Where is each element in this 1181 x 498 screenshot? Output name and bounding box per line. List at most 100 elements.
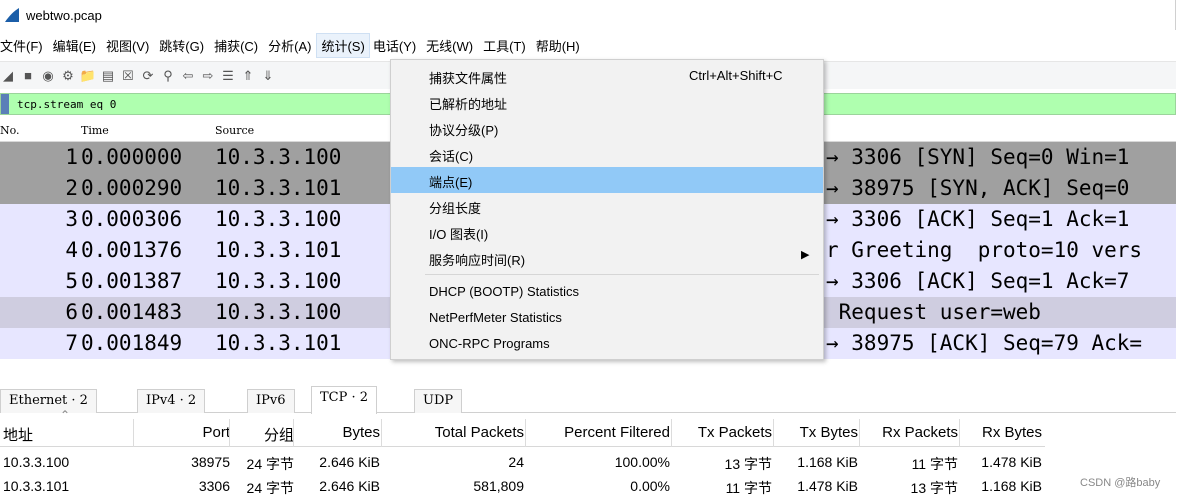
column-divider[interactable] [671,419,672,447]
find-packet-icon[interactable]: ⚲ [160,68,176,84]
endpoint-cell: 11 字节 [911,456,958,472]
packet-time: 0.001387 [81,269,183,293]
column-header[interactable]: Tx Packets [674,424,772,441]
column-header[interactable]: Port [136,424,230,441]
stats-menu-item[interactable]: 端点(E) [391,167,823,193]
column-divider[interactable] [859,419,860,447]
stats-menu-item[interactable]: 协议分级(P) [391,115,823,141]
menu-0[interactable]: 文件(F) [0,36,49,55]
packet-source: 10.3.3.100 [215,300,342,324]
tab-4[interactable]: UDP [414,389,463,413]
endpoint-cell: 13 字节 [724,456,772,472]
stats-menu-item[interactable]: I/O 图表(I) [391,219,823,245]
column-header[interactable]: Percent Filtered [528,424,670,441]
last-packet-icon[interactable]: ⇓ [260,68,276,84]
menu-item-label: 分组长度 [429,201,482,216]
open-file-icon[interactable]: 📁 [80,68,96,84]
capture-options-icon[interactable]: ⚙ [60,68,76,84]
column-header[interactable]: 分组 [232,424,294,445]
tab-2[interactable]: IPv6 [247,389,295,413]
menu-1[interactable]: 编辑(E) [53,36,102,55]
packet-info: r Greeting proto=10 vers [826,238,1143,262]
column-header[interactable]: Total Packets [384,424,524,441]
packet-time: 0.000000 [81,145,183,169]
endpoint-cell: 2.646 KiB [319,478,380,494]
statistics-menu: 捕获文件属性 Ctrl+Alt+Shift+C 已解析的地址 协议分级(P) 会话(C)… [390,59,824,360]
tab-1[interactable]: IPv4 · 2 [137,389,206,413]
column-divider[interactable] [293,419,294,447]
menu-7[interactable]: 电话(Y) [373,36,422,55]
stats-menu-item[interactable]: 捕获文件属性 Ctrl+Alt+Shift+C [391,63,823,89]
menu-separator [425,274,819,275]
menu-2[interactable]: 视图(V) [106,36,155,55]
packet-info: → 38975 [SYN, ACK] Seq=0 [826,176,1130,200]
stats-menu-item[interactable]: NetPerfMeter Statistics [391,305,823,331]
column-source-header[interactable]: Source [215,124,254,137]
column-divider[interactable] [959,419,960,447]
save-file-icon[interactable]: ▤ [100,68,116,84]
packet-no: 4 [65,238,78,262]
packet-no: 1 [65,145,78,169]
menu-9[interactable]: 工具(T) [483,36,532,55]
column-divider[interactable] [525,419,526,447]
endpoint-cell: 13 字节 [910,480,958,496]
packet-info: → 3306 [ACK] Seq=1 Ack=7 [826,269,1130,293]
menu-6[interactable]: 统计(S) [316,32,370,58]
display-filter-input[interactable]: tcp.stream eq 0 [17,98,116,111]
stats-menu-item[interactable]: ONC-RPC Programs [391,331,823,357]
column-time-header[interactable]: Time [81,124,109,137]
filter-bookmark-icon[interactable] [1,94,9,114]
endpoint-cell: 3306 [198,478,230,494]
stats-menu-item[interactable]: DHCP (BOOTP) Statistics [391,279,823,305]
column-divider[interactable] [229,419,230,447]
endpoint-cell: 10.3.3.101 [3,478,70,494]
column-header[interactable]: Rx Bytes [962,424,1042,441]
endpoint-cell: 10.3.3.100 [3,454,70,470]
column-header[interactable]: Rx Packets [862,424,958,441]
stats-menu-item[interactable]: 服务响应时间(R) ▶ [391,245,823,271]
endpoint-cell: 100.00% [614,454,670,470]
menu-item-label: ONC-RPC Programs [429,336,550,351]
endpoint-cell: 11 字节 [725,480,772,496]
column-divider[interactable] [773,419,774,447]
endpoint-row[interactable]: 10.3.3.101 3306 24 字节 2.646 KiB 581,809 0.00%… [0,474,1045,498]
column-no-header[interactable]: No. [0,124,20,137]
go-to-packet-icon[interactable]: ☰ [220,68,236,84]
menu-item-label: 捕获文件属性 [429,71,508,86]
menu-5[interactable]: 分析(A) [268,36,317,55]
window-edge [1176,0,1181,497]
column-divider[interactable] [381,419,382,447]
restart-capture-icon[interactable]: ◉ [40,68,56,84]
endpoint-cell: 1.168 KiB [797,454,858,470]
endpoints-table-header: 地址 Port 分组 Bytes Total Packets Percent Filter… [0,419,1045,447]
menu-3[interactable]: 跳转(G) [159,36,210,55]
menu-bar: 文件(F) 编辑(E) 视图(V) 跳转(G) 捕获(C) 分析(A) 统计(S) 电话(Y)… [0,32,1176,58]
column-header[interactable]: 地址 [3,424,123,445]
packet-source: 10.3.3.101 [215,176,342,200]
close-file-icon[interactable]: ☒ [120,68,136,84]
reload-file-icon[interactable]: ⟳ [140,68,156,84]
menu-item-label: 端点(E) [429,175,473,190]
menu-4[interactable]: 捕获(C) [214,36,264,55]
packet-time: 0.000290 [81,176,183,200]
endpoint-row[interactable]: 10.3.3.100 38975 24 字节 2.646 KiB 24 100.00% 13… [0,450,1045,474]
go-back-icon[interactable]: ⇦ [180,68,196,84]
menu-10[interactable]: 帮助(H) [536,36,586,55]
column-divider[interactable] [133,419,134,447]
endpoint-cell: 1.168 KiB [981,478,1042,494]
stats-menu-item[interactable]: 会话(C) [391,141,823,167]
menu-8[interactable]: 无线(W) [426,36,479,55]
endpoint-cell: 1.478 KiB [797,478,858,494]
column-header[interactable]: Tx Bytes [776,424,858,441]
title-bar: webtwo.pcap [0,0,1176,30]
stats-menu-item[interactable]: 分组长度 [391,193,823,219]
column-header[interactable]: Bytes [296,424,380,441]
submenu-arrow-icon: ▶ [801,249,810,261]
start-capture-icon[interactable]: ◢ [0,68,16,84]
stats-menu-item[interactable]: 已解析的地址 [391,89,823,115]
tab-0[interactable]: Ethernet · 2 [0,389,97,413]
tab-3[interactable]: TCP · 2 [311,386,378,414]
stop-capture-icon[interactable]: ■ [20,68,36,84]
first-packet-icon[interactable]: ⇑ [240,68,256,84]
go-forward-icon[interactable]: ⇨ [200,68,216,84]
